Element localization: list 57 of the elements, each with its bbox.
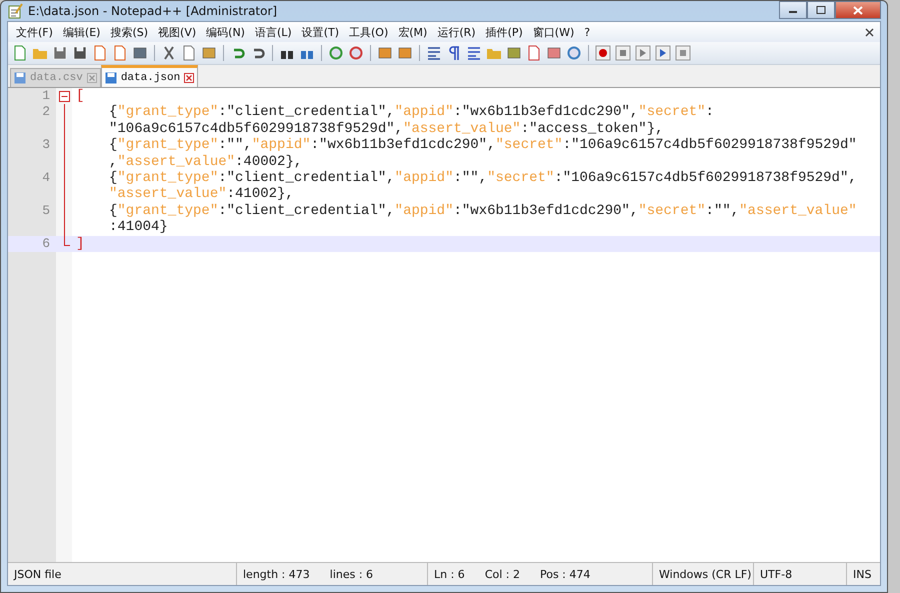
stop-icon[interactable] bbox=[615, 45, 631, 61]
file-tab[interactable]: data.json bbox=[100, 65, 198, 87]
status-text: Col : 2 bbox=[484, 568, 520, 580]
menu-item[interactable]: ? bbox=[580, 26, 596, 38]
status-text: Windows (CR LF) bbox=[659, 568, 752, 580]
code-line: ,"assert_value":40002}, bbox=[108, 154, 304, 170]
menu-item[interactable]: 视图(V) bbox=[154, 24, 202, 40]
menu-item[interactable]: 宏(M) bbox=[394, 24, 434, 40]
status-text: UTF-8 bbox=[760, 568, 792, 580]
line-number: 4 bbox=[41, 170, 51, 188]
status-text: lines : 6 bbox=[330, 568, 374, 580]
minimize-button[interactable] bbox=[779, 1, 807, 19]
notepad-icon bbox=[7, 3, 23, 19]
new-file-icon[interactable] bbox=[12, 45, 28, 61]
code-line: {"grant_type":"client_credential","appid":"wx6b11b3efd1cdc290","secret":"","assert_value" bbox=[108, 202, 857, 220]
line-number: 5 bbox=[41, 202, 51, 220]
close-icon[interactable] bbox=[865, 28, 874, 36]
status-text: JSON file bbox=[14, 568, 62, 580]
fold-minus-icon[interactable] bbox=[59, 91, 70, 102]
code-line: "assert_value":41002}, bbox=[108, 186, 295, 203]
maximize-button[interactable] bbox=[807, 1, 835, 19]
maximize-icon bbox=[816, 6, 826, 14]
menu-item[interactable]: 文件(F) bbox=[12, 24, 59, 40]
menu-item[interactable]: 运行(R) bbox=[433, 24, 482, 40]
code-line: {"grant_type":"client_credential","appid":"wx6b11b3efd1cdc290","secret": bbox=[108, 104, 714, 121]
menu-item[interactable]: 工具(O) bbox=[345, 24, 394, 40]
line-number: 2 bbox=[41, 104, 51, 122]
status-text: Pos : 474 bbox=[540, 568, 590, 580]
code-line: {"grant_type":"","appid":"wx6b11b3efd1cdc290","secret":"106a9c6157c4db5f6029918738f9529d" bbox=[108, 137, 857, 154]
close-icon bbox=[853, 6, 863, 14]
close-button[interactable] bbox=[835, 1, 881, 19]
save-icon bbox=[14, 72, 26, 84]
code-line: {"grant_type":"client_credential","appid":"","secret":"106a9c6157c4db5f6029918738f9529d", bbox=[108, 170, 857, 186]
status-text: INS bbox=[853, 568, 872, 580]
menu-item[interactable]: 编码(N) bbox=[202, 24, 251, 40]
record-icon[interactable] bbox=[595, 45, 611, 61]
menu-item[interactable]: 窗口(W) bbox=[528, 24, 580, 40]
menu-item[interactable]: 插件(P) bbox=[482, 24, 529, 40]
line-number: 6 bbox=[41, 236, 51, 252]
save-icon bbox=[104, 72, 117, 84]
close-icon[interactable] bbox=[184, 72, 194, 82]
menu-item[interactable]: 搜索(S) bbox=[106, 24, 154, 40]
code-line: :41004} bbox=[108, 219, 169, 236]
code-line: [ bbox=[76, 88, 84, 104]
line-number: 3 bbox=[41, 137, 51, 154]
play-icon[interactable] bbox=[635, 45, 651, 61]
window-title: E:\data.json - Notepad++ [Administrator] bbox=[28, 4, 278, 18]
menu-item[interactable]: 编辑(E) bbox=[58, 24, 106, 40]
menu-item[interactable]: 设置(T) bbox=[298, 24, 345, 40]
status-text: Ln : 6 bbox=[434, 568, 465, 580]
code-line: "106a9c6157c4db5f6029918738f9529d","assert_value":"access_token"}, bbox=[108, 120, 665, 138]
save-icon[interactable] bbox=[52, 45, 68, 61]
code-line: ] bbox=[76, 236, 84, 252]
pilcrow-icon[interactable] bbox=[446, 45, 462, 61]
line-number: 1 bbox=[41, 88, 51, 104]
status-text: length : 473 bbox=[243, 568, 310, 580]
menu-item[interactable]: 语言(L) bbox=[250, 24, 298, 40]
